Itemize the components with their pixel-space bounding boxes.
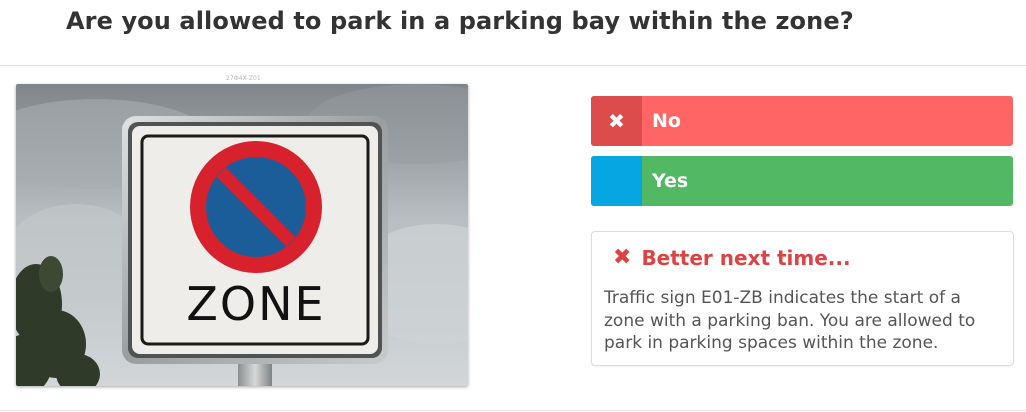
answer-no-label: No <box>652 110 681 132</box>
bottom-divider <box>0 410 1026 411</box>
answer-yes-label: Yes <box>652 170 689 192</box>
feedback-title-text: Better next time... <box>641 246 851 270</box>
question-title: Are you allowed to park in a parking bay… <box>66 7 854 35</box>
close-icon: ✖ <box>613 245 632 270</box>
answer-yes-button[interactable]: Yes <box>591 156 1013 206</box>
question-header: Are you allowed to park in a parking bay… <box>0 0 1026 66</box>
image-caption: 27Ф4Х-Z01 <box>226 75 261 82</box>
sign-zone-text: ZONE <box>186 277 325 331</box>
close-icon: ✖ <box>591 96 642 146</box>
answer-no-button[interactable]: ✖ No <box>591 96 1013 146</box>
feedback-title: ✖ Better next time... <box>613 246 851 270</box>
zone-parking-ban-sign-image: ZONE <box>16 84 468 386</box>
answer-yes-marker <box>591 156 642 206</box>
feedback-explanation: Traffic sign E01-ZB indicates the start … <box>604 288 976 353</box>
sign-illustration: ZONE <box>16 84 468 386</box>
no-parking-symbol <box>190 141 322 273</box>
feedback-box: ✖ Better next time... Traffic sign E01-Z… <box>591 231 1014 366</box>
